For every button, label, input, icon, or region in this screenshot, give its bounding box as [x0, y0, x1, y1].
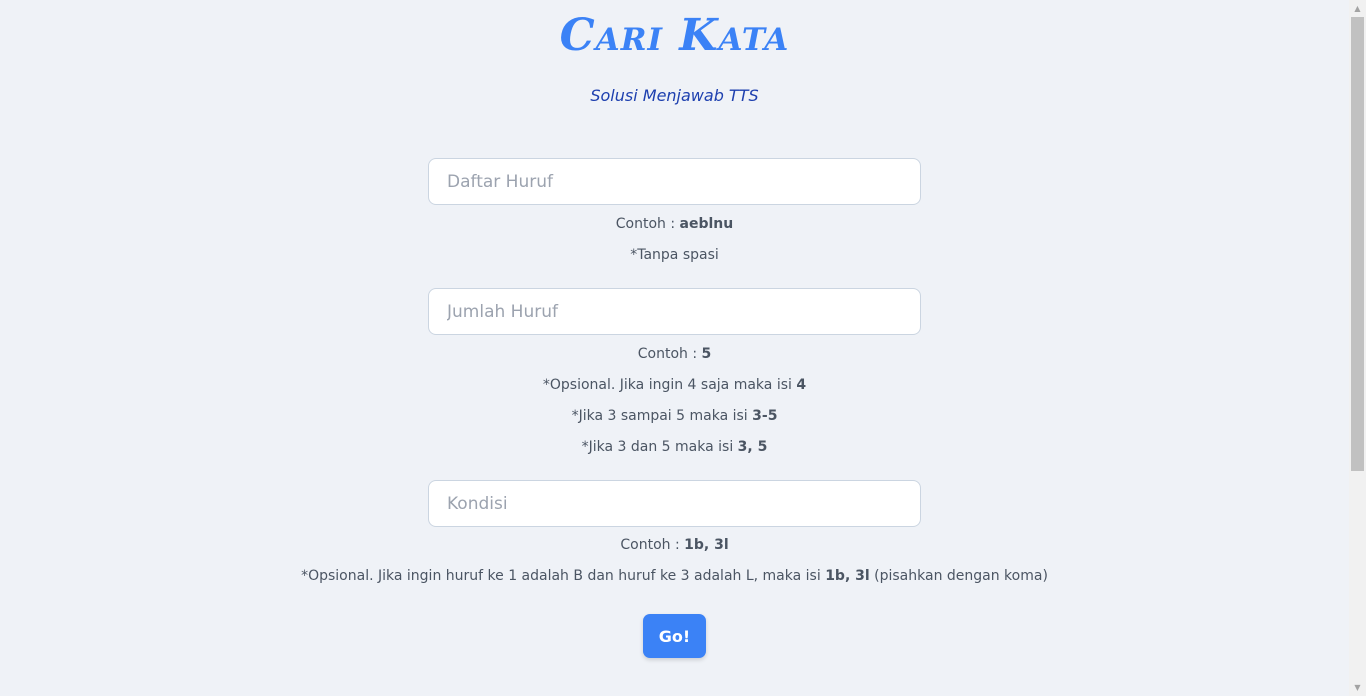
length-note-1-text: *Opsional. Jika ingin 4 saja maka isi — [542, 377, 797, 393]
length-note-3: *Jika 3 dan 5 maka isi 3, 5 — [0, 439, 1349, 455]
letters-note: *Tanpa spasi — [630, 247, 719, 263]
length-note-1-bold: 4 — [796, 377, 807, 393]
length-note-2: *Jika 3 sampai 5 maka isi 3-5 — [0, 408, 1349, 424]
length-note-3-text: *Jika 3 dan 5 maka isi — [581, 439, 738, 455]
condition-example-prefix: Contoh : — [620, 537, 685, 553]
letters-example-value: aeblnu — [679, 216, 734, 232]
condition-example-value: 1b, 3l — [684, 537, 729, 553]
length-note-1: *Opsional. Jika ingin 4 saja maka isi 4 — [0, 377, 1349, 393]
length-note-3-bold: 3, 5 — [737, 439, 768, 455]
page-title: Cari Kata — [559, 10, 790, 61]
condition-example: Contoh : 1b, 3l — [0, 537, 1349, 553]
length-note-2-bold: 3-5 — [752, 408, 778, 424]
condition-note-suffix: (pisahkan dengan koma) — [869, 568, 1048, 584]
page: Cari Kata Solusi Menjawab TTS Contoh : a… — [0, 0, 1349, 696]
letters-example: Contoh : aeblnu — [0, 216, 1349, 232]
scroll-down-arrow-icon[interactable]: ▼ — [1349, 679, 1366, 696]
length-input[interactable] — [428, 288, 921, 335]
condition-input[interactable] — [428, 480, 921, 527]
letters-example-prefix: Contoh : — [615, 216, 680, 232]
page-subtitle: Solusi Menjawab TTS — [590, 86, 759, 105]
letters-input[interactable] — [428, 158, 921, 205]
condition-note-text: *Opsional. Jika ingin huruf ke 1 adalah … — [301, 568, 826, 584]
scrollbar-thumb[interactable] — [1351, 17, 1364, 471]
condition-note-bold: 1b, 3l — [825, 568, 870, 584]
length-example-value: 5 — [701, 346, 712, 362]
condition-note: *Opsional. Jika ingin huruf ke 1 adalah … — [0, 568, 1349, 584]
scroll-up-arrow-icon[interactable]: ▲ — [1349, 0, 1366, 17]
length-example-prefix: Contoh : — [637, 346, 702, 362]
go-button[interactable]: Go! — [643, 614, 706, 658]
length-example: Contoh : 5 — [0, 346, 1349, 362]
vertical-scrollbar[interactable]: ▲ ▼ — [1349, 0, 1366, 696]
length-note-2-text: *Jika 3 sampai 5 maka isi — [571, 408, 753, 424]
